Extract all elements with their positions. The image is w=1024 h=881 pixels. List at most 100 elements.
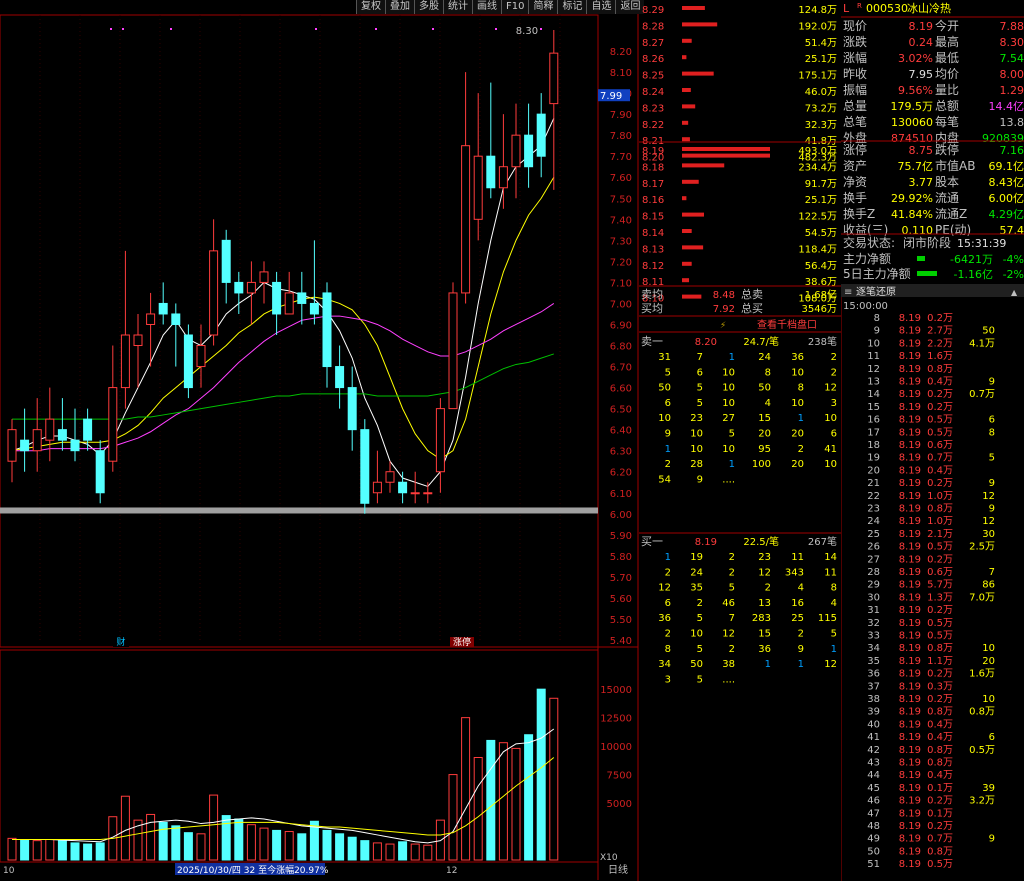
candle-body-2	[32, 429, 42, 452]
candle-body-7	[95, 450, 105, 494]
q-key-1: 涨跌	[843, 34, 867, 49]
bid-price-3: 8.16	[642, 195, 664, 206]
qiandang-link[interactable]: 查看千档盘口	[757, 318, 817, 331]
buy1-cell-1-3: 12	[758, 567, 771, 578]
price-tick-10: 7.20	[610, 257, 632, 268]
toolbar-button-5[interactable]: F10	[501, 0, 529, 14]
bid-vol-5: 54.5万	[805, 228, 837, 239]
event-dot-1	[122, 28, 124, 30]
kline-chart[interactable]: 8.208.108.007.907.807.707.607.507.407.30…	[0, 0, 639, 881]
sell1-cell-1-0: 5	[665, 367, 671, 378]
tick-cnt-13: 9	[989, 478, 995, 489]
sell1-cell-6-2: 10	[722, 444, 735, 455]
buy1-cell-8-1: 5	[697, 674, 703, 685]
q2-val-3: 29.92%	[891, 192, 933, 205]
ask-vol-bar-9	[682, 153, 770, 158]
tick-cnt-26: 10	[982, 643, 995, 654]
toolbar-button-7[interactable]: 标记	[557, 0, 587, 14]
sell1-cell-1-4: 10	[791, 367, 804, 378]
candle-body-33	[423, 492, 433, 495]
candle-body-6	[83, 418, 93, 441]
tick-price-39: 8.19	[899, 808, 921, 819]
volume-bar-42	[536, 688, 546, 861]
ask-vol-bar-4	[682, 71, 714, 76]
volume-bar-13	[171, 825, 181, 861]
bottom-tab[interactable]: 日线	[608, 863, 628, 876]
ask-vol-4: 175.1万	[798, 71, 837, 82]
volume-bar-15	[196, 833, 206, 861]
candle-body-12	[158, 302, 168, 315]
tick-vol-19: 0.2万	[927, 554, 953, 565]
net5-bar	[917, 271, 937, 276]
bid-vol-1: 234.4万	[798, 162, 837, 173]
tick-vol-37: 0.1万	[927, 783, 953, 794]
q2-key-0: 涨停	[843, 142, 867, 157]
q-key-0: 现价	[843, 19, 867, 33]
tick-time-21: 29	[867, 580, 880, 591]
bid-vol-6: 118.4万	[798, 244, 837, 255]
toolbar-button-1[interactable]: 叠加	[385, 0, 414, 14]
candle-body-42	[536, 113, 546, 157]
sell1-cell-7-4: 20	[791, 459, 804, 470]
buy1-cell-4-5: 115	[818, 613, 837, 624]
tick-vol-14: 1.0万	[927, 491, 953, 502]
tick-cnt-27: 20	[982, 656, 995, 667]
q2-key2-4: 流通Z	[935, 207, 967, 221]
volume-bar-35	[448, 774, 458, 861]
tick-vol-39: 0.1万	[927, 808, 953, 819]
q-val-2: 3.02%	[898, 52, 933, 65]
ask-price-3: 8.26	[642, 54, 664, 65]
sell-avg: 8.48	[713, 290, 735, 301]
volume-tick-2: 10000	[600, 742, 632, 753]
tick-vol-33: 0.4万	[927, 732, 953, 743]
volume-bar-16	[209, 794, 219, 861]
toolbar-button-4[interactable]: 画线	[472, 0, 501, 14]
bid-price-1: 8.18	[642, 162, 664, 173]
sell1-cell-0-3: 24	[758, 352, 771, 363]
tick-cnt-31: 0.8万	[969, 707, 995, 718]
tick-price-24: 8.19	[899, 618, 921, 629]
toolbar-button-3[interactable]: 统计	[443, 0, 472, 14]
tick-vol-28: 0.2万	[927, 669, 953, 680]
tick-time-22: 30	[867, 592, 880, 603]
tick-price-5: 8.19	[899, 377, 921, 388]
volume-bar-6	[83, 843, 93, 861]
candle-body-15	[196, 345, 206, 368]
q-key-6: 总笔	[843, 114, 867, 129]
buy1-cell-7-1: 50	[690, 659, 703, 670]
tick-time-25: 33	[867, 631, 880, 642]
volume-bar-18	[234, 818, 244, 861]
tick-price-34: 8.19	[899, 745, 921, 756]
candle-body-20	[259, 271, 269, 283]
price-tick-25: 5.70	[610, 573, 632, 584]
tick-time-34: 42	[867, 745, 880, 756]
bid-vol-bar-2	[682, 179, 699, 184]
toolbar-button-2[interactable]: 多股	[414, 0, 443, 14]
ask-price-0: 8.29	[642, 5, 664, 16]
tick-vol-31: 0.8万	[927, 707, 953, 718]
total-sell-label: 总卖	[741, 287, 763, 301]
tick-time-24: 32	[867, 618, 880, 629]
buy1-cell-8-2: ....	[722, 674, 735, 685]
tick-cnt-6: 0.7万	[969, 389, 995, 400]
bid-vol-bar-7	[682, 261, 692, 266]
toolbar-button-0[interactable]: 复权	[356, 0, 385, 14]
sell1-cell-5-5: 6	[831, 429, 837, 440]
q-val2-0: 7.88	[1000, 20, 1024, 33]
buy1-price: 8.19	[695, 537, 717, 548]
x-label-0: 10	[3, 866, 15, 876]
baseline-bar	[0, 507, 598, 514]
candle-body-43	[549, 52, 559, 105]
tick-cnt-37: 39	[982, 783, 995, 794]
tick-time-35: 43	[867, 758, 880, 769]
buy1-cell-6-0: 8	[665, 644, 671, 655]
tick-time-28: 36	[867, 669, 880, 680]
toolbar-button-6[interactable]: 简释	[528, 0, 558, 14]
volume-bar-38	[486, 739, 496, 861]
tick-vol-34: 0.8万	[927, 745, 953, 756]
toolbar-button-8[interactable]: 自选	[586, 0, 616, 14]
sell-avg-label: 卖均	[641, 288, 663, 301]
tick-price-33: 8.19	[899, 732, 921, 743]
scroll-up-icon[interactable]: ▲	[1011, 288, 1018, 297]
tick-time-39: 47	[867, 808, 880, 819]
